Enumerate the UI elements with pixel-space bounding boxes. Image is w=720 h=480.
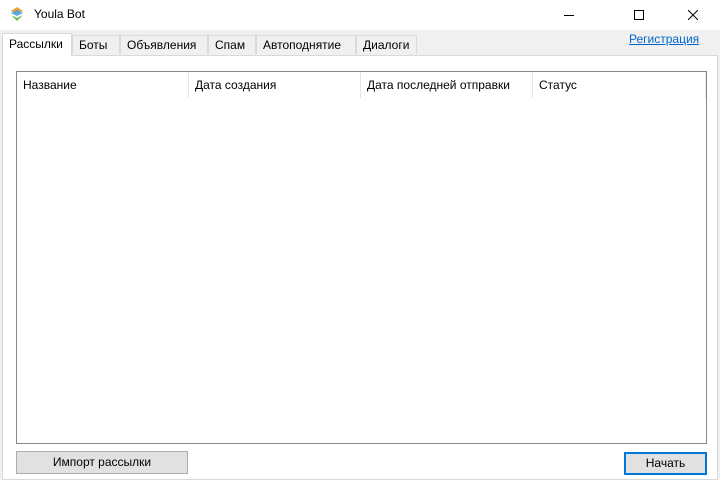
tab-ads[interactable]: Объявления: [120, 35, 208, 54]
register-link[interactable]: Регистрация: [629, 32, 699, 46]
maximize-icon: [634, 10, 644, 20]
maximize-button[interactable]: [616, 0, 662, 30]
mailings-list[interactable]: Название Дата создания Дата последней от…: [16, 71, 707, 444]
tab-spam[interactable]: Спам: [208, 35, 256, 54]
close-button[interactable]: [670, 0, 716, 30]
close-icon: [688, 10, 698, 20]
column-header-created[interactable]: Дата создания: [189, 72, 361, 98]
import-mailing-button[interactable]: Импорт рассылки: [16, 451, 188, 474]
client-area: Рассылки Боты Объявления Спам Автоподнят…: [0, 30, 720, 480]
tab-page-mailings: Название Дата создания Дата последней от…: [2, 55, 718, 480]
tab-mailings[interactable]: Рассылки: [2, 33, 72, 56]
column-header-status[interactable]: Статус: [533, 72, 706, 98]
app-icon: [11, 7, 23, 21]
start-button[interactable]: Начать: [624, 452, 707, 475]
list-header: Название Дата создания Дата последней от…: [17, 72, 706, 98]
title-bar[interactable]: Youla Bot: [0, 0, 720, 30]
minimize-icon: [564, 15, 574, 16]
window-title: Youla Bot: [34, 7, 85, 21]
column-header-name[interactable]: Название: [17, 72, 189, 98]
minimize-button[interactable]: [546, 0, 592, 30]
tab-bots[interactable]: Боты: [72, 35, 120, 54]
column-header-last-sent[interactable]: Дата последней отправки: [361, 72, 533, 98]
tab-dialogs[interactable]: Диалоги: [356, 35, 417, 54]
tab-autoraise[interactable]: Автоподнятие: [256, 35, 356, 54]
